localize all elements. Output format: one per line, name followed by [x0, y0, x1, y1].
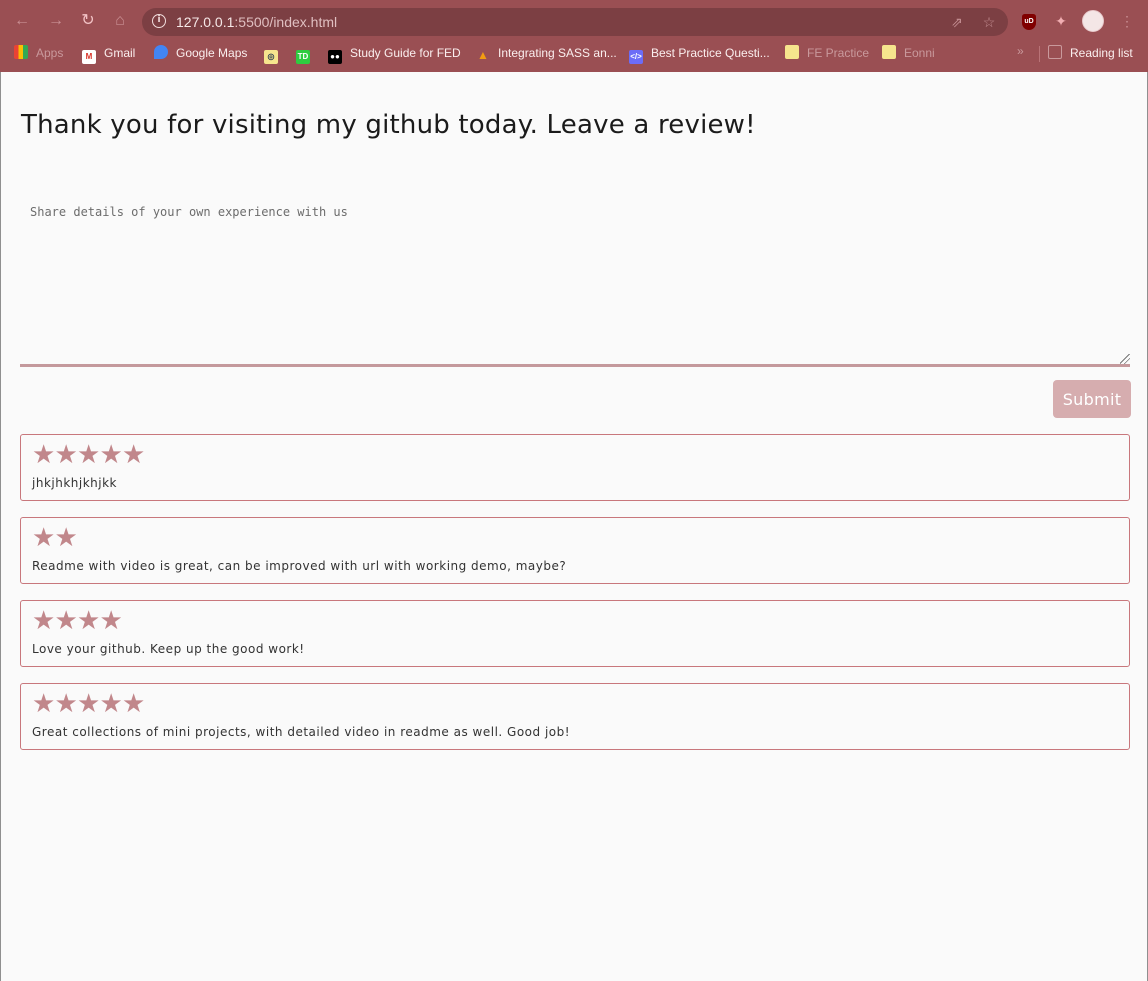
bookmark-google-maps[interactable]: Google Maps: [154, 44, 247, 62]
forward-arrow-icon[interactable]: →: [46, 11, 66, 31]
bookmark-fe-practice[interactable]: FE Practice: [785, 44, 869, 62]
home-icon[interactable]: ⌂: [110, 11, 130, 31]
browser-chrome: ← → ↻ ⌂ i 127.0.0.1:5500/index.html ⇗ ☆ …: [0, 0, 1148, 72]
bookmark-label: Best Practice Questi...: [651, 46, 770, 60]
bookmark-label: FE Practice: [807, 46, 870, 60]
review-text: Readme with video is great, can be impro…: [32, 559, 567, 573]
site-info-icon[interactable]: i: [152, 14, 166, 28]
star-icon: ★: [54, 440, 78, 470]
review-textarea[interactable]: [20, 191, 1130, 367]
submit-button[interactable]: Submit: [1053, 380, 1131, 418]
bookmark-label: Apps: [36, 46, 64, 60]
bookmark-label: Google Maps: [176, 46, 248, 60]
star-icon: ★: [54, 606, 78, 636]
bookmark-td[interactable]: TD: [296, 44, 318, 64]
url-path: :5500/index.html: [234, 14, 338, 30]
star-icon: ★: [32, 523, 56, 553]
back-arrow-icon[interactable]: ←: [12, 11, 32, 31]
medium-icon: ●●: [328, 50, 342, 64]
star-icon: ★: [54, 689, 78, 719]
review-card: ★★★★★ jhkjhkhjkhjkk: [20, 434, 1130, 501]
reload-icon[interactable]: ↻: [78, 11, 98, 31]
url-text[interactable]: 127.0.0.1:5500/index.html: [176, 14, 337, 30]
star-icon: ★: [77, 440, 101, 470]
apps-grid-icon: [14, 45, 28, 59]
profile-avatar[interactable]: [1082, 10, 1104, 32]
star-icon: ★: [77, 606, 101, 636]
reading-list-label: Reading list: [1070, 46, 1133, 60]
bookmark-eonni[interactable]: Eonni: [882, 44, 935, 62]
star-icon: ★: [99, 689, 123, 719]
bookmark-favicon-1[interactable]: ◎: [264, 44, 286, 64]
bookmark-label: Gmail: [104, 46, 136, 60]
bookmarks-bar: Apps M Gmail Google Maps ◎ TD ●● Study Gui…: [0, 40, 1148, 66]
star-icon: ★: [99, 606, 123, 636]
bookmarks-overflow-icon[interactable]: »: [1017, 44, 1024, 58]
folder-icon: [882, 45, 896, 59]
reading-list-button[interactable]: Reading list: [1048, 44, 1133, 62]
bookmark-integrating-sass[interactable]: ▲ Integrating SASS an...: [476, 44, 617, 62]
bookmarks-divider: [1039, 46, 1040, 62]
td-icon: TD: [296, 50, 310, 64]
star-icon: ★: [54, 523, 78, 553]
star-icon: ★: [32, 689, 56, 719]
share-icon[interactable]: ⇗: [948, 13, 966, 31]
browser-menu-icon[interactable]: ⋮: [1118, 12, 1136, 30]
review-card: ★★★★ Love your github. Keep up the good …: [20, 600, 1130, 667]
ublock-origin-icon[interactable]: uD: [1022, 14, 1036, 30]
star-icon: ★: [99, 440, 123, 470]
star-rating: ★★★★★: [32, 440, 146, 470]
star-rating: ★★★★★: [32, 689, 146, 719]
bookmark-star-icon[interactable]: ☆: [980, 13, 998, 31]
star-icon: ★: [122, 689, 146, 719]
fire-icon: ▲: [477, 48, 489, 62]
page-title: Thank you for visiting my github today. …: [21, 110, 756, 140]
bookmark-label: Study Guide for FED: [350, 46, 461, 60]
textarea-resize-handle[interactable]: [1120, 354, 1130, 364]
bookmark-label: Integrating SASS an...: [498, 46, 617, 60]
extensions-puzzle-icon[interactable]: ✦: [1052, 12, 1070, 30]
bookmark-gmail[interactable]: M Gmail: [82, 44, 136, 64]
review-text: Love your github. Keep up the good work!: [32, 642, 305, 656]
review-card: ★★ Readme with video is great, can be im…: [20, 517, 1130, 584]
star-rating: ★★★★: [32, 606, 123, 636]
google-maps-icon: [154, 45, 168, 59]
address-bar[interactable]: i 127.0.0.1:5500/index.html ⇗ ☆: [142, 8, 1008, 36]
url-host: 127.0.0.1: [176, 14, 235, 30]
review-text: Great collections of mini projects, with…: [32, 725, 571, 739]
folder-icon: [785, 45, 799, 59]
bookmark-study-guide[interactable]: ●● Study Guide for FED: [328, 44, 461, 64]
bookmark-best-practice[interactable]: </> Best Practice Questi...: [629, 44, 770, 64]
bookmark-apps[interactable]: Apps: [14, 44, 63, 62]
bookmark-favicon-icon: ◎: [264, 50, 278, 64]
star-icon: ★: [122, 440, 146, 470]
page-content: Thank you for visiting my github today. …: [0, 72, 1148, 981]
star-icon: ★: [32, 440, 56, 470]
star-icon: ★: [77, 689, 101, 719]
gmail-icon: M: [82, 50, 96, 64]
bookmark-label: Eonni: [904, 46, 935, 60]
browser-toolbar: ← → ↻ ⌂ i 127.0.0.1:5500/index.html ⇗ ☆ …: [0, 4, 1148, 38]
review-text: jhkjhkhjkhjkk: [32, 476, 118, 490]
code-icon: </>: [629, 50, 643, 64]
review-card: ★★★★★ Great collections of mini projects…: [20, 683, 1130, 750]
star-rating: ★★: [32, 523, 78, 553]
star-icon: ★: [32, 606, 56, 636]
reading-list-icon: [1048, 45, 1062, 59]
